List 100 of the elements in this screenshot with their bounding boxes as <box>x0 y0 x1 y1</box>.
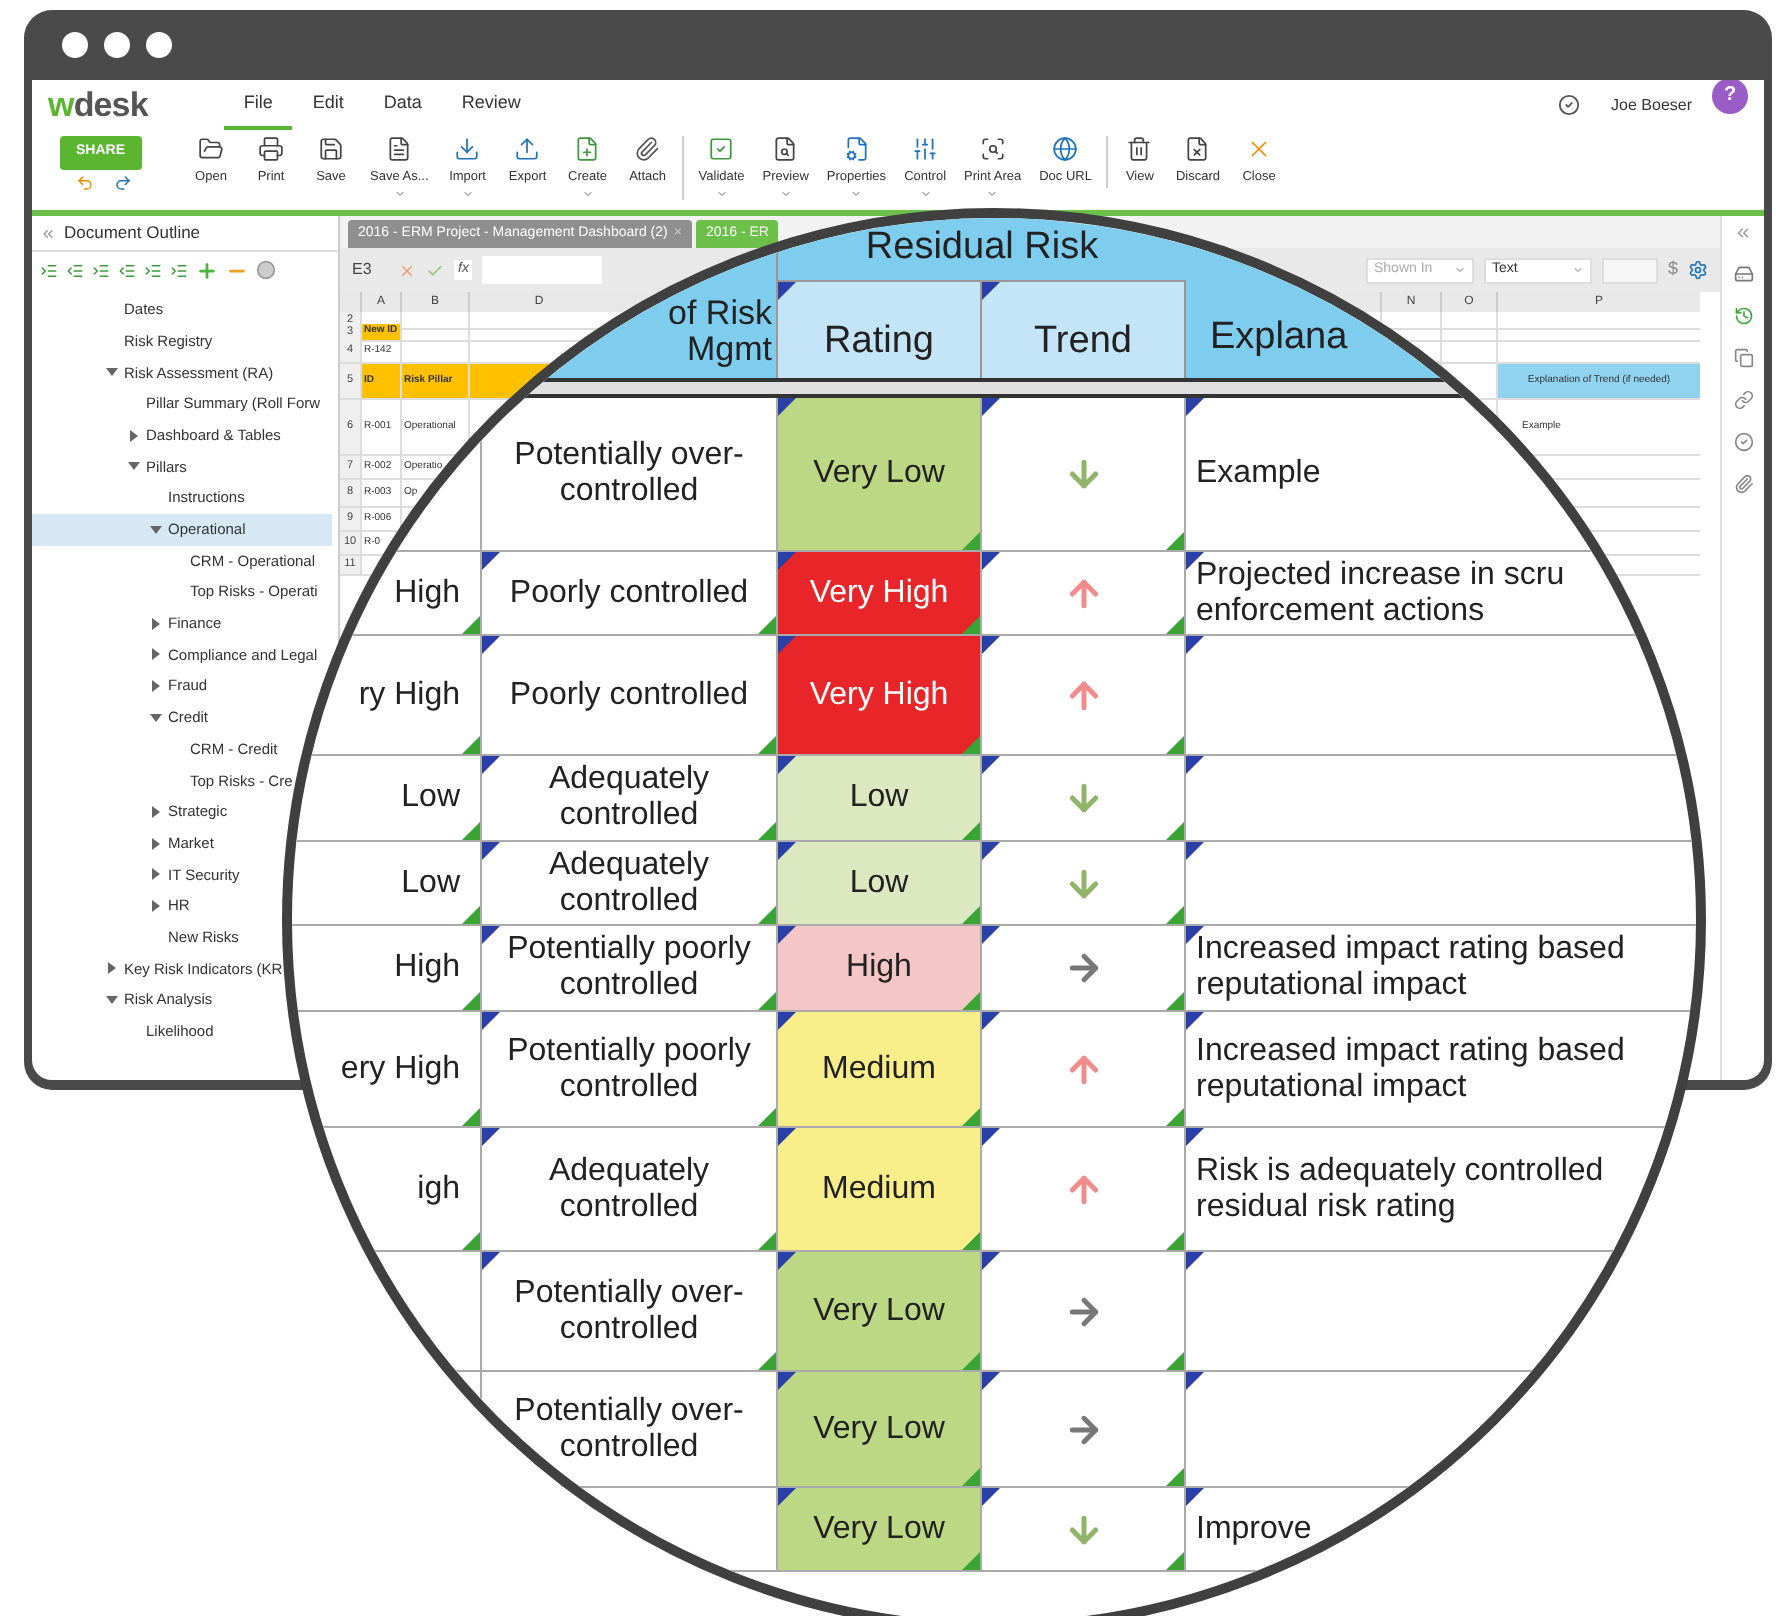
comment-marker-icon <box>482 1252 500 1270</box>
column-header: Residual Risk <box>778 218 1186 282</box>
corner-marker-icon <box>962 1352 980 1370</box>
checkbox-icon <box>708 136 735 162</box>
collapsed-triangle-icon[interactable] <box>150 617 162 630</box>
table-cell: Example <box>1196 456 1321 492</box>
file-plus-icon <box>574 136 601 162</box>
table-cell-text: Increased impact rating based reputational impact <box>1196 932 1627 1004</box>
expanded-triangle-icon[interactable] <box>128 460 140 473</box>
comment-marker-icon <box>982 1488 1000 1506</box>
redo-icon[interactable] <box>114 173 132 191</box>
comment-marker-icon <box>482 636 500 654</box>
comment-marker-icon <box>982 1252 1000 1270</box>
comment-marker-icon <box>982 926 1000 944</box>
printer-icon <box>258 136 284 162</box>
panel-title: Document Outline <box>64 220 201 246</box>
rating-cell: Very Low <box>778 1488 982 1570</box>
corner-marker-icon <box>962 1232 980 1250</box>
comment-marker-icon <box>982 636 1000 654</box>
expanded-triangle-icon[interactable] <box>106 993 118 1006</box>
rating-cell: Very Low <box>778 398 982 550</box>
outdent-icon[interactable] <box>118 261 136 279</box>
comment-marker-icon <box>482 756 500 774</box>
comment-marker-icon <box>982 552 1000 570</box>
add-icon[interactable] <box>196 259 218 281</box>
comment-marker-icon <box>482 552 500 570</box>
corner-marker-icon <box>462 736 480 754</box>
collapsed-triangle-icon[interactable] <box>106 962 118 975</box>
document-icon <box>1184 136 1211 162</box>
paperclip-icon[interactable] <box>1733 474 1753 494</box>
comment-marker-icon <box>1186 1128 1204 1146</box>
rating-cell: Medium <box>778 1128 982 1250</box>
corner-marker-icon <box>962 906 980 924</box>
indent-icon[interactable] <box>92 261 110 279</box>
caret-icon <box>1453 264 1466 276</box>
corner-marker-icon <box>462 1232 480 1250</box>
comment-marker-icon <box>482 926 500 944</box>
indent-icon[interactable] <box>40 261 58 279</box>
collapsed-triangle-icon[interactable] <box>150 837 162 850</box>
upload-icon <box>514 136 541 162</box>
collapsed-triangle-icon[interactable] <box>150 899 162 912</box>
caret-icon <box>919 187 932 200</box>
help-button[interactable]: ? <box>1712 80 1748 113</box>
corner-marker-icon <box>1166 1468 1184 1486</box>
table-cell <box>400 312 468 331</box>
collapsed-triangle-icon[interactable] <box>150 805 162 818</box>
corner-marker-icon <box>1166 736 1184 754</box>
copy-icon[interactable] <box>1733 348 1753 368</box>
table-cell: igh <box>417 1171 460 1207</box>
table-cell: High <box>394 575 460 611</box>
menu-tab[interactable]: Data <box>363 80 442 130</box>
expanded-triangle-icon[interactable] <box>150 711 162 724</box>
circle-icon[interactable] <box>256 260 276 280</box>
indent-icon[interactable] <box>144 261 162 279</box>
comment-marker-icon <box>1186 842 1204 860</box>
undo-icon[interactable] <box>76 173 94 191</box>
history-icon[interactable] <box>1733 306 1753 326</box>
corner-marker-icon <box>1166 992 1184 1010</box>
collapsed-triangle-icon[interactable] <box>150 648 162 661</box>
rating-cell: Low <box>778 842 982 924</box>
menu-tab[interactable]: Edit <box>292 80 364 130</box>
corner-marker-icon <box>462 992 480 1010</box>
caret-icon <box>1571 264 1584 276</box>
app-logo: wdesk <box>48 88 148 122</box>
status-check-icon[interactable] <box>1557 94 1580 116</box>
corner-marker-icon <box>1166 532 1184 550</box>
menu-tab[interactable]: Review <box>441 80 541 130</box>
comment-marker-icon <box>482 1012 500 1030</box>
table-cell: ry High <box>358 677 460 713</box>
comment-marker-icon <box>482 842 500 860</box>
link-icon[interactable] <box>1733 390 1753 410</box>
table-cell-text: Increased impact rating based reputational impact <box>1196 1033 1627 1105</box>
expanded-triangle-icon[interactable] <box>150 523 162 536</box>
collapsed-triangle-icon[interactable] <box>150 680 162 693</box>
menu-tab[interactable]: File <box>223 80 293 130</box>
comment-marker-icon <box>1186 636 1204 654</box>
corner-marker-icon <box>962 532 980 550</box>
caret-icon <box>986 187 999 200</box>
corner-marker-icon <box>962 1468 980 1486</box>
expanded-triangle-icon[interactable] <box>106 366 118 379</box>
settings-icon[interactable] <box>1688 260 1708 280</box>
comment-marker-icon <box>982 1012 1000 1030</box>
rating-cell: Very High <box>778 636 982 754</box>
corner-marker-icon <box>758 736 776 754</box>
corner-marker-icon <box>962 1552 980 1570</box>
drive-icon[interactable] <box>1733 264 1753 284</box>
collapsed-triangle-icon[interactable] <box>150 868 162 881</box>
comment-marker-icon <box>1186 1488 1204 1506</box>
user-name[interactable]: Joe Boeser <box>1611 93 1692 117</box>
collapsed-triangle-icon[interactable] <box>128 429 140 442</box>
collapse-icon[interactable] <box>1734 224 1752 242</box>
outdent-icon[interactable] <box>66 261 84 279</box>
comment-marker-icon <box>1186 1372 1204 1390</box>
comment-marker-icon <box>982 842 1000 860</box>
table-cell <box>1440 312 1496 331</box>
collapse-icon[interactable] <box>40 225 56 241</box>
outdent-icon[interactable] <box>170 261 188 279</box>
check-circle-icon[interactable] <box>1733 432 1753 452</box>
corner-marker-icon <box>1166 1352 1184 1370</box>
comment-marker-icon <box>482 1128 500 1146</box>
